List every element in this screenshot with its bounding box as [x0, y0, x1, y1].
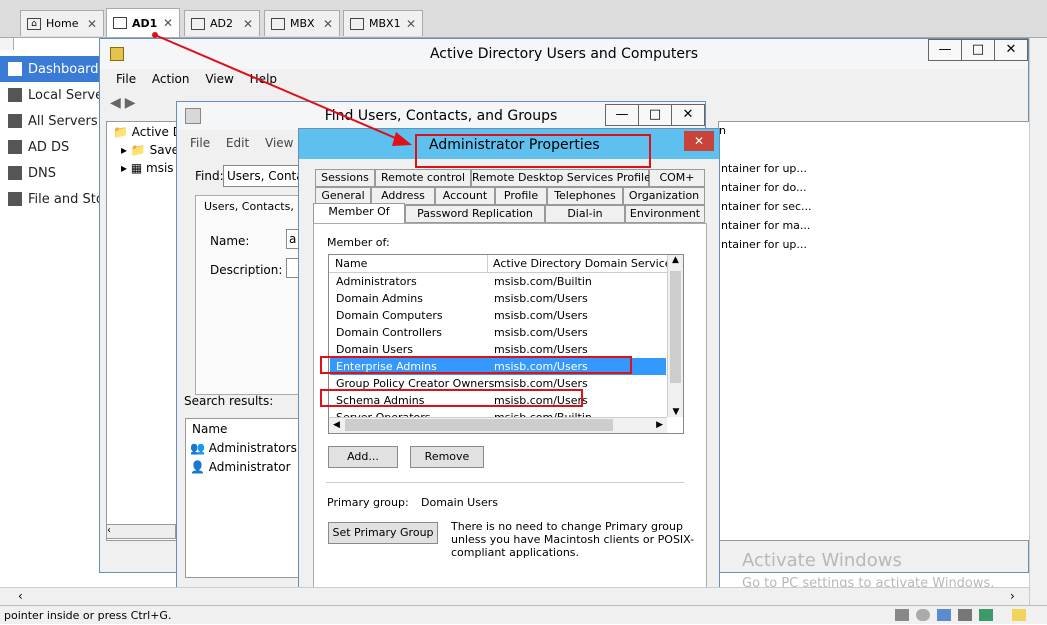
network-icon [895, 609, 909, 621]
arrow-line [154, 34, 401, 141]
printer-icon [958, 609, 972, 621]
arrow-head [392, 132, 412, 146]
disk-icon [916, 609, 930, 621]
arrow-tail [152, 32, 158, 38]
monitor-icon [937, 609, 951, 621]
scroll-right-icon[interactable]: › [1010, 589, 1015, 603]
status-text: pointer inside or press Ctrl+G. [4, 609, 172, 622]
page-horizontal-scrollbar[interactable]: ‹ › [0, 587, 1029, 605]
activation-watermark-title: Activate Windows [742, 550, 902, 571]
sound-icon [979, 609, 993, 621]
page-vertical-scrollbar[interactable] [1029, 38, 1047, 605]
scroll-left-icon[interactable]: ‹ [18, 589, 23, 603]
notes-icon [1012, 609, 1026, 621]
annotation-arrow [152, 32, 412, 146]
status-bar: pointer inside or press Ctrl+G. [0, 605, 1047, 624]
